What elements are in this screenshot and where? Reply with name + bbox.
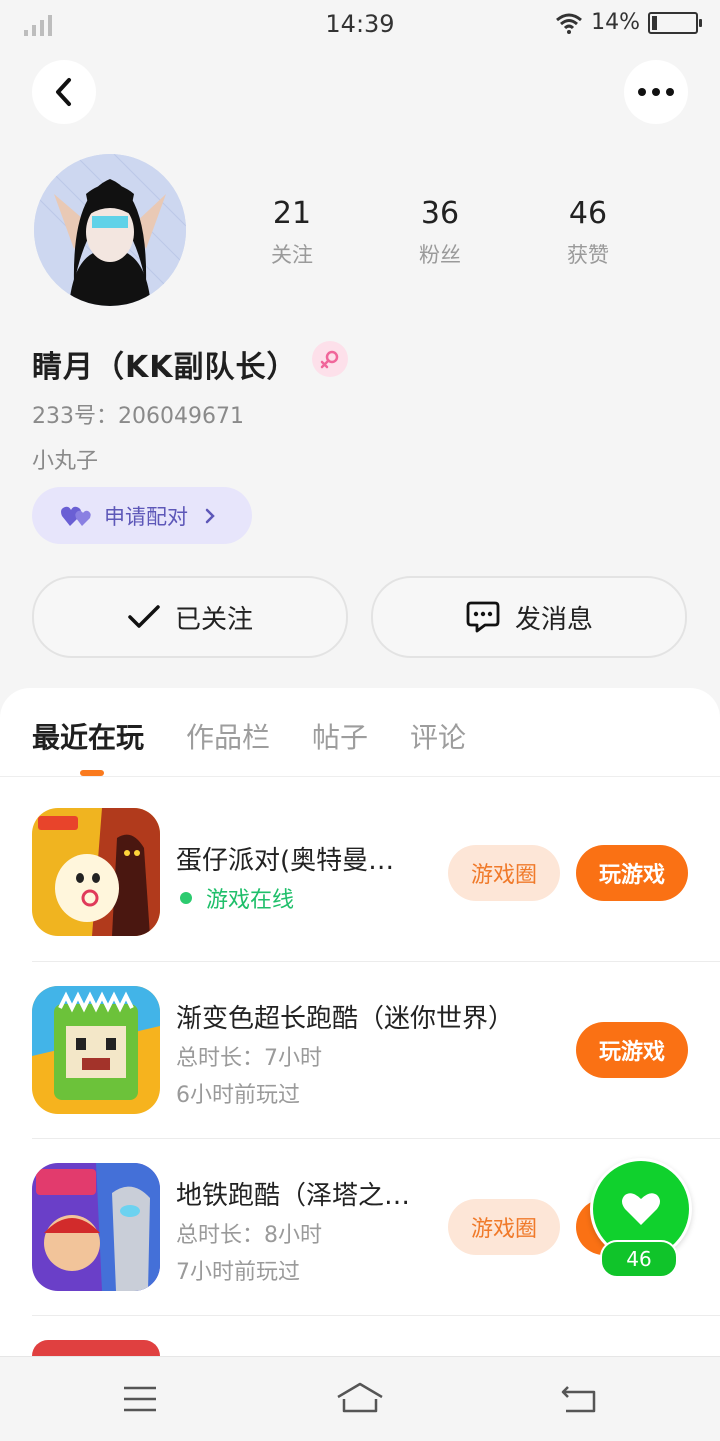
follow-label: 已关注 [174,604,253,635]
more-button[interactable] [624,60,688,124]
online-status: 游戏在线 [176,882,294,914]
female-icon [312,341,348,377]
tab-posts[interactable]: 帖子 [312,716,368,756]
wifi-icon [556,13,583,34]
avatar[interactable] [34,154,186,306]
stat-value: 21 [272,196,312,231]
chevron-left-icon [56,78,71,106]
back-button[interactable] [32,60,96,124]
last-played: 6小时前玩过 [176,1083,300,1108]
like-count: 46 [600,1240,678,1278]
game-title[interactable]: 蛋仔派对(奥特曼… [176,840,394,877]
stat-label: 关注 [271,243,313,267]
back-nav-icon[interactable] [560,1383,598,1415]
last-played: 7小时前玩过 [176,1260,300,1285]
stat-label: 获赞 [567,243,609,267]
follow-button[interactable]: 已关注 [32,576,348,658]
stat-followers[interactable]: 36 粉丝 [366,196,514,269]
battery-icon [648,11,702,34]
stat-value: 36 [420,196,460,231]
game-title[interactable]: 地铁跑酷（泽塔之… [176,1175,410,1212]
play-game-button[interactable]: 玩游戏 [576,1022,688,1078]
more-dots-icon [638,88,674,96]
stats-row: 21 关注 36 粉丝 46 获赞 [218,196,662,269]
divider [32,961,720,962]
online-dot-icon [180,892,192,904]
play-game-button[interactable]: 玩游戏 [576,845,688,901]
home-icon[interactable] [336,1381,384,1415]
stat-value: 46 [568,196,608,231]
heart-icon [622,1193,660,1225]
game-icon-eggy-party[interactable] [32,808,160,936]
battery-percent: 14% [591,10,640,35]
stat-likes[interactable]: 46 获赞 [514,196,662,269]
divider [32,1138,720,1139]
stat-label: 粉丝 [419,243,461,267]
tab-comments[interactable]: 评论 [410,716,466,756]
game-icon-partial[interactable] [32,1340,160,1356]
tab-bar: 最近在玩 作品栏 帖子 评论 [32,716,466,756]
user-signature: 小丸子 [32,449,99,474]
pair-request-button[interactable]: 申请配对 [32,487,252,544]
pair-label: 申请配对 [104,504,188,529]
divider [0,776,720,777]
check-icon [128,605,160,628]
status-bar: 14:39 14% [0,0,720,50]
stat-following[interactable]: 21 关注 [218,196,366,269]
tab-recent-games[interactable]: 最近在玩 [32,716,144,756]
play-duration: 总时长：8小时 [176,1223,322,1248]
game-title[interactable]: 渐变色超长跑酷（迷你世界） [176,998,514,1035]
game-icon-mini-world[interactable] [32,986,160,1114]
menu-icon[interactable] [122,1385,158,1413]
message-label: 发消息 [514,604,593,635]
divider [32,1315,720,1316]
system-nav-bar [0,1356,720,1441]
game-icon-subway-surfers[interactable] [32,1163,160,1291]
double-heart-icon [61,506,91,526]
chevron-right-icon [205,508,215,523]
game-circle-button[interactable]: 游戏圈 [448,1199,560,1255]
tab-works[interactable]: 作品栏 [186,716,270,756]
user-id: 233号：206049671 [32,404,244,429]
game-circle-button[interactable]: 游戏圈 [448,845,560,901]
profile-name: 睛月（KK副队长） [32,350,298,385]
chat-bubble-icon [466,601,500,633]
online-label: 游戏在线 [206,888,295,913]
message-button[interactable]: 发消息 [371,576,687,658]
play-duration: 总时长：7小时 [176,1046,322,1071]
